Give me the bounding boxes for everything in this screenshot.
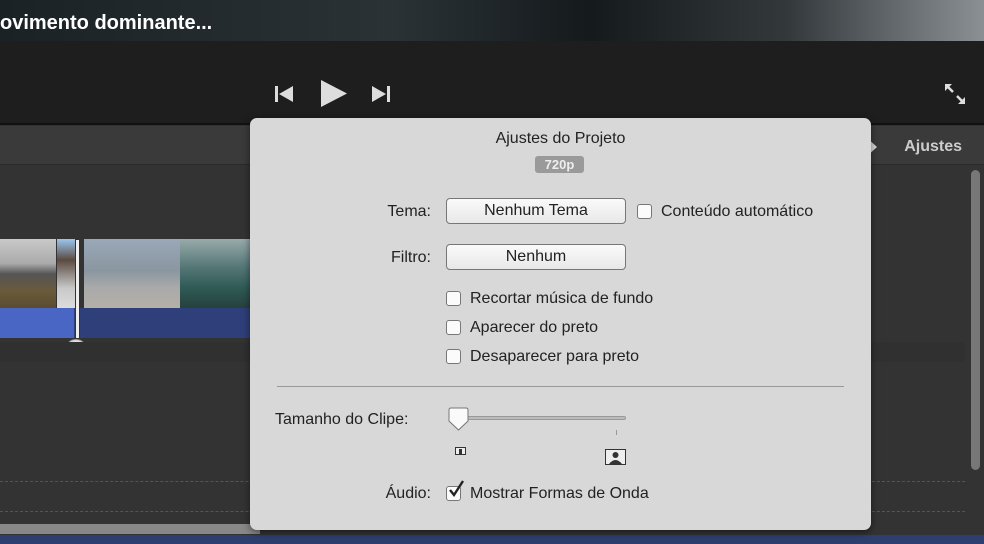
fade-in-checkbox[interactable] [446,320,461,335]
resolution-badge: 720p [535,156,584,173]
audio-label: Áudio: [385,485,431,502]
bottom-strip [0,535,984,544]
playback-toolbar [0,41,984,125]
skip-back-icon[interactable] [275,85,295,103]
large-clip-icon [605,449,626,465]
clip-size-slider-track[interactable] [450,416,626,420]
small-clip-icon [455,447,466,455]
fade-out-checkbox[interactable] [446,349,461,364]
settings-button[interactable]: Ajustes [904,138,962,156]
popover-title: Ajustes do Projeto [495,130,626,147]
fade-in-label: Aparecer do preto [470,319,599,336]
video-caption: ovimento dominante... [0,12,213,34]
video-clip[interactable] [180,239,250,309]
clip-size-slider-thumb[interactable] [448,407,469,432]
video-clip[interactable] [57,239,77,309]
fade-out-label: Desaparecer para preto [470,348,639,365]
skip-forward-icon[interactable] [372,85,392,103]
auto-content-label: Conteúdo automático [661,203,814,220]
expand-icon[interactable] [943,82,967,106]
trim-music-checkbox[interactable] [446,291,461,306]
filter-label: Filtro: [391,249,431,266]
trim-music-label: Recortar música de fundo [470,290,654,307]
theme-select-button[interactable]: Nenhum Tema [446,198,626,224]
timeline-clips[interactable] [0,239,250,309]
checkmark-icon [449,480,465,498]
filter-select-button[interactable]: Nenhum [446,244,626,270]
vertical-scrollbar[interactable] [971,170,980,470]
play-icon[interactable] [321,80,347,107]
playhead[interactable] [75,239,80,339]
video-clip[interactable] [84,239,180,309]
video-clip[interactable] [0,239,56,309]
horizontal-scrollbar[interactable] [0,524,260,534]
project-settings-popover: Ajustes do Projeto 720p Tema: Nenhum Tem… [250,118,871,530]
divider [277,386,844,387]
slider-tick [616,430,617,435]
theme-label: Tema: [387,203,431,220]
audio-waveform-selected[interactable] [0,308,74,338]
show-waveforms-label: Mostrar Formas de Onda [470,485,649,502]
clip-size-label: Tamanho do Clipe: [275,411,409,428]
auto-content-checkbox[interactable] [637,204,652,219]
